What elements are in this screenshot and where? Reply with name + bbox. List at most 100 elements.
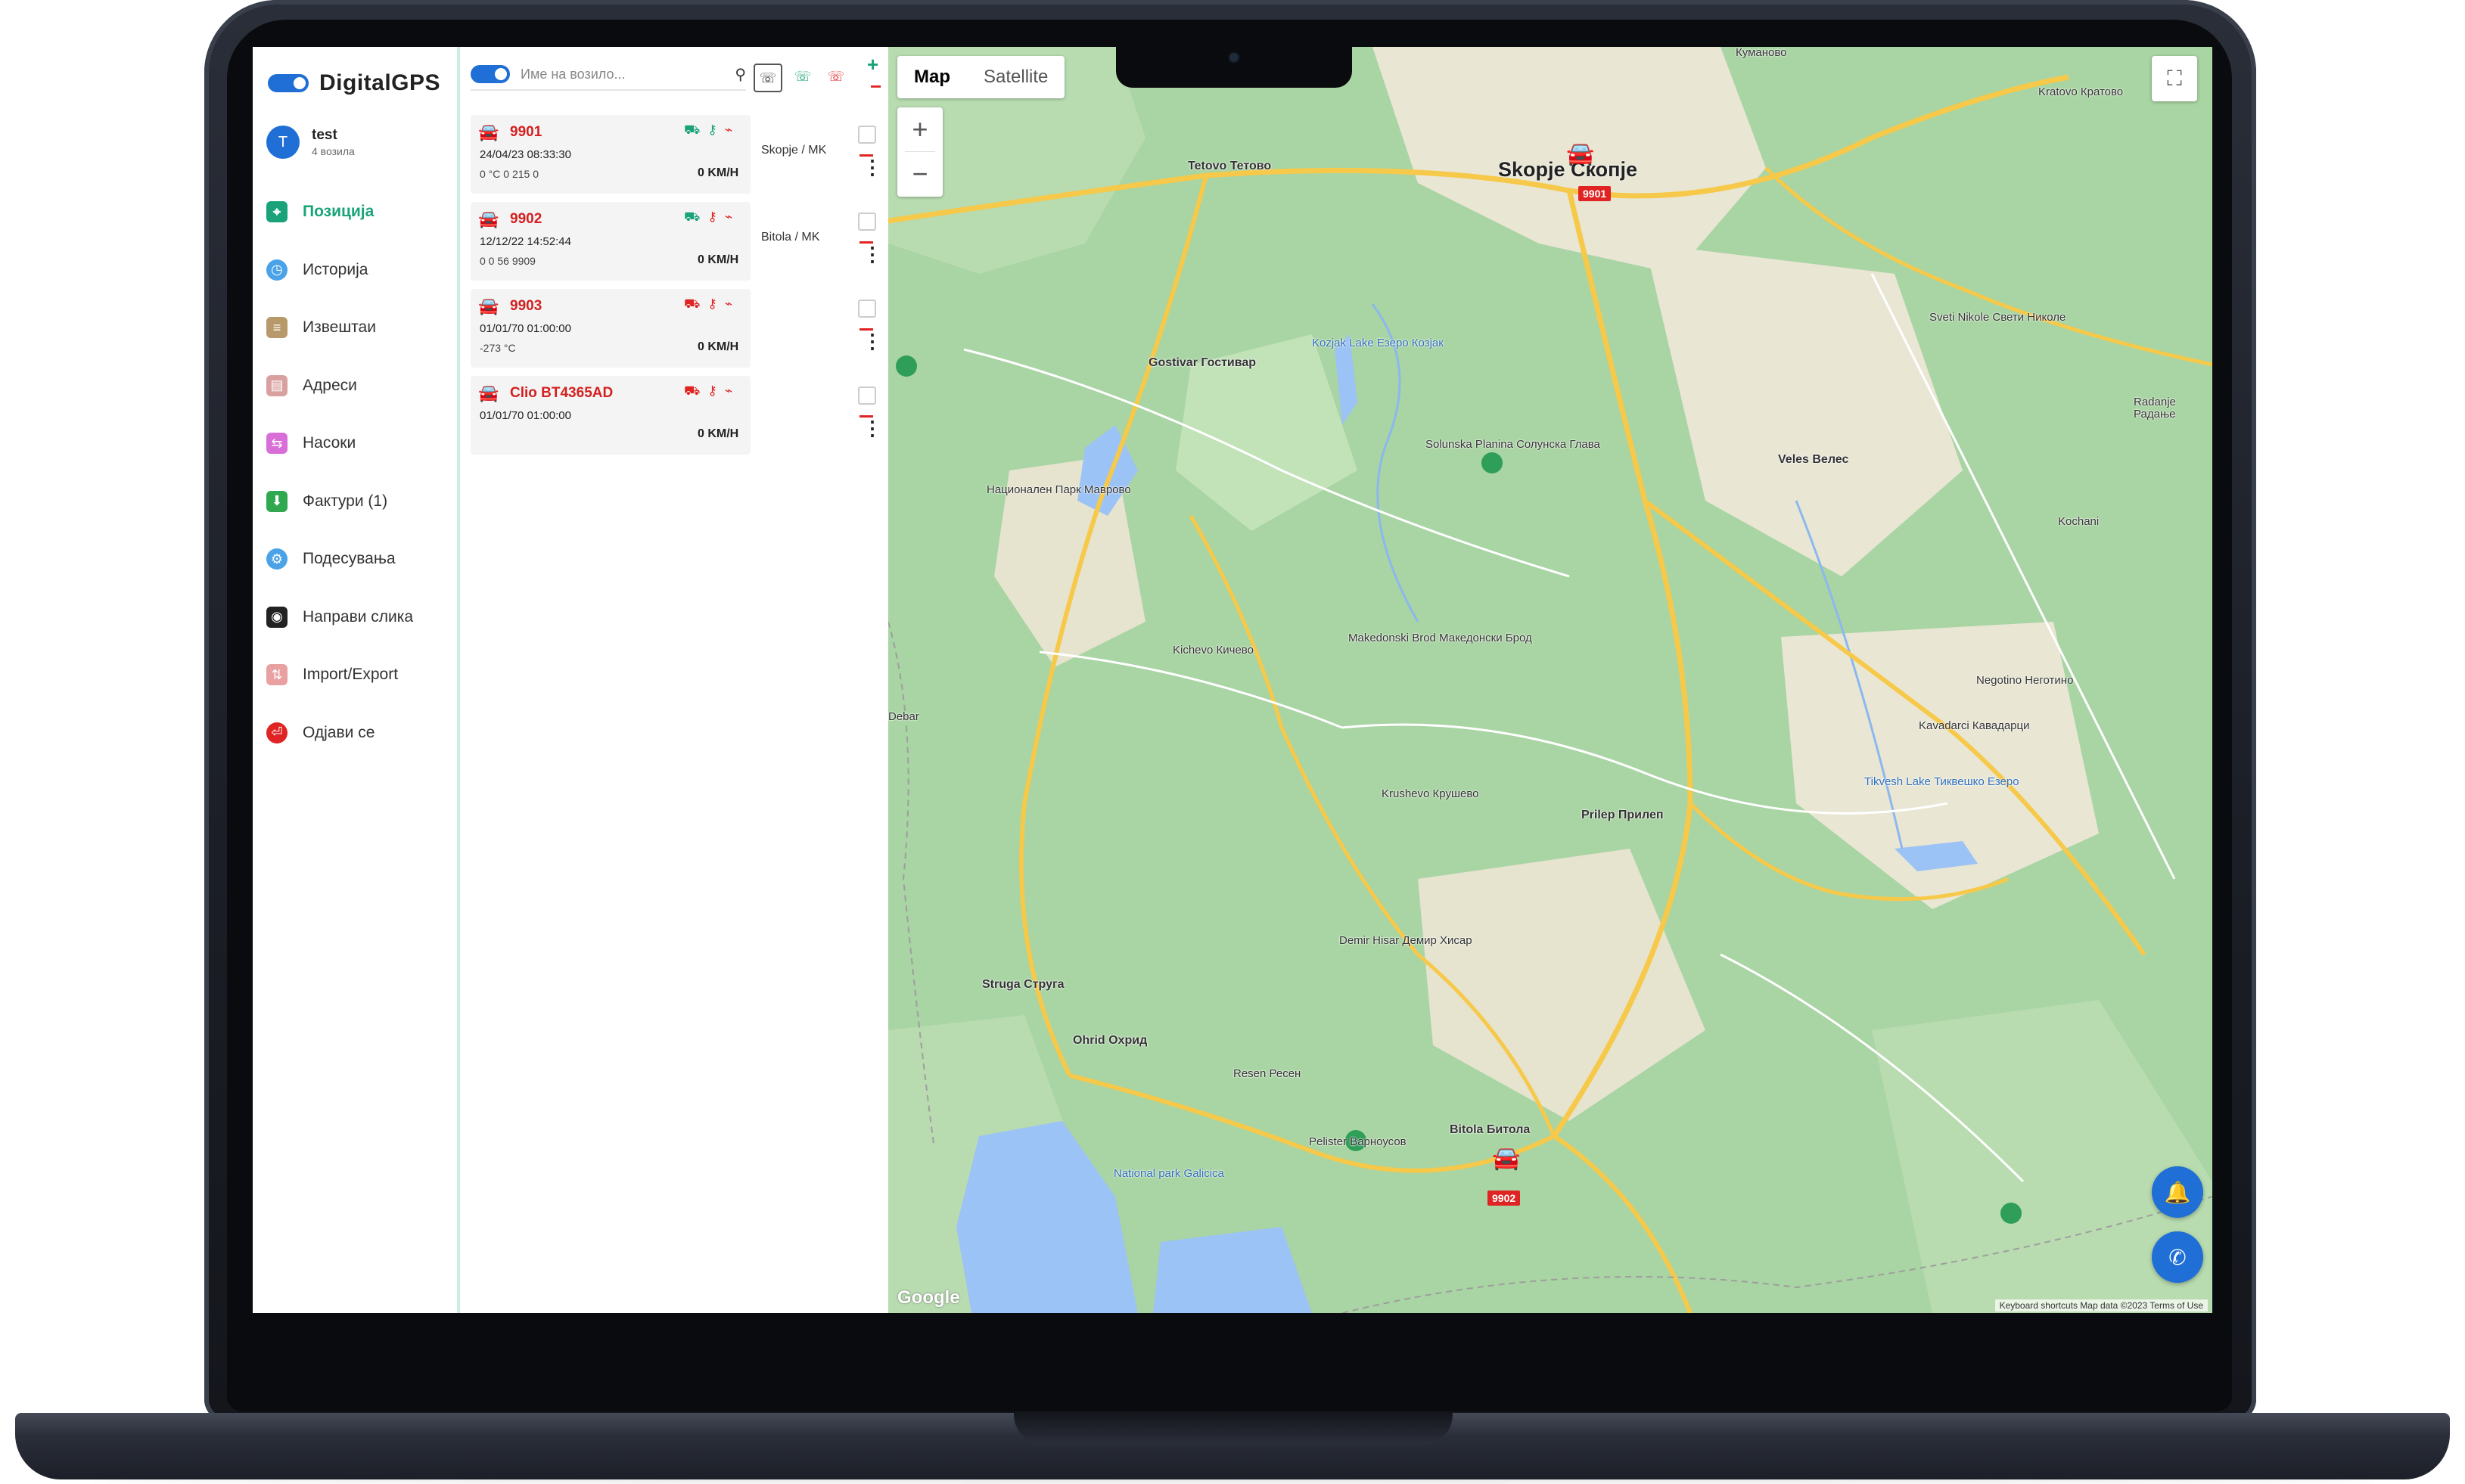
vehicle-card[interactable]: 🚘 9902 ⛟ ⚷ ⌁ 12/12/22 14:52:44 0 0 56 99… [471,202,882,285]
more-menu-icon[interactable]: ⋮ [863,244,882,264]
place-kavadarci: Kavadarci Кавадарци [1919,719,2030,732]
car-icon: 🚘 [478,296,499,315]
engine-icon[interactable]: ⛟ [684,123,700,139]
vehicle-location: Skopje / MK [761,144,827,157]
more-menu-icon[interactable]: ⋮ [863,157,882,177]
select-all-button[interactable]: + [867,53,878,76]
sidebar-item-label: Адреси [303,376,357,394]
place-tikvesh-lake: Tikvesh Lake Тиквешко Езеро [1864,775,2019,788]
vehicle-card[interactable]: 🚘 Clio BT4365AD ⛟ ⚷ ⌁ 01/01/70 01:00:00 … [471,376,882,459]
sidebar-item-addresses[interactable]: ▤ Адреси [266,357,448,415]
signal-icon[interactable]: ⌁ [725,210,732,226]
place-sveti-nikole: Sveti Nikole Свети Николе [1929,311,2066,324]
vehicle-checkbox[interactable] [858,126,876,144]
key-icon[interactable]: ⚷ [707,383,716,400]
place-debar: Debar [888,710,919,723]
sidebar-item-label: Подесувања [303,550,396,568]
vehicle-actions: ⛟ ⚷ ⌁ [684,296,732,313]
vehicle-9901-marker[interactable]: 9901 [1578,186,1612,201]
sidebar-item-invoices[interactable]: ⬇ Фактури (1) [266,473,448,531]
vehicle-sensors: 0 0 56 9909 [480,255,536,267]
map[interactable]: Map Satellite + − ⛶ Skopje Скопје Tetovo… [888,47,2212,1313]
tab-map[interactable]: Map [897,56,967,98]
sidebar-item-position[interactable]: ⌖ Позиција [266,183,448,241]
signal-icon[interactable]: ⌁ [725,383,732,400]
filter-online-icon[interactable]: ☏ [790,64,816,89]
sidebar-item-directions[interactable]: ⇆ Насоки [266,414,448,473]
vehicle-speed: 0 KM/H [698,166,739,179]
vehicle-card[interactable]: 🚘 9903 ⛟ ⚷ ⌁ 01/01/70 01:00:00 -273 °C 0… [471,289,882,372]
app-logo: DigitalGPS [268,61,440,106]
key-icon[interactable]: ⚷ [707,210,716,226]
sidebar-item-history[interactable]: ◷ Историја [266,241,448,300]
key-icon[interactable]: ⚷ [707,123,716,139]
car-icon: 🚘 [478,210,499,228]
sidebar-menu: ⌖ Позиција ◷ Историја ≡ Извештаи ▤ Адрес… [266,183,448,762]
place-ohrid: Ohrid Охрид [1073,1034,1148,1047]
user-profile[interactable]: T test 4 возила [266,120,448,165]
sidebar-item-settings[interactable]: ⚙ Подесувања [266,530,448,588]
show-all-toggle[interactable] [471,65,510,83]
vehicle-sensors: 0 °C 0 215 0 [480,168,539,180]
tab-satellite[interactable]: Satellite [967,56,1065,98]
place-prilep: Prilep Прилеп [1581,809,1664,821]
sidebar-item-screenshot[interactable]: ◉ Направи слика [266,588,448,647]
vehicle-card-body[interactable]: 🚘 Clio BT4365AD ⛟ ⚷ ⌁ 01/01/70 01:00:00 … [471,376,751,455]
filter-all-icon[interactable]: ☏ [754,64,782,92]
fullscreen-button[interactable]: ⛶ [2152,56,2197,101]
vehicle-checkbox[interactable] [858,300,876,318]
camera-icon: ◉ [266,606,288,628]
sidebar-item-label: Извештаи [303,318,376,337]
vehicle-search[interactable]: Име на возило... ⚲ [471,59,746,91]
map-attribution[interactable]: Keyboard shortcuts Map data ©2023 Terms … [1994,1299,2208,1312]
invoices-icon: ⬇ [266,490,288,512]
vehicle-checkbox[interactable] [858,213,876,231]
vehicle-card[interactable]: 🚘 9901 ⛟ ⚷ ⌁ 24/04/23 08:33:30 0 °C 0 21… [471,115,882,198]
filter-offline-icon[interactable]: ☏ [823,64,849,89]
place-makedonski-brod: Makedonski Brod Македонски Брод [1348,632,1532,644]
place-resen: Resen Ресен [1233,1067,1301,1080]
vehicle-9902-marker[interactable]: 9902 [1487,1191,1521,1206]
engine-icon[interactable]: ⛟ [684,296,700,313]
addresses-icon: ▤ [266,374,288,396]
vehicle-timestamp: 01/01/70 01:00:00 [480,409,571,422]
vehicle-speed: 0 KM/H [698,253,739,266]
map-type-control: Map Satellite [897,56,1065,98]
place-veles: Veles Велес [1778,453,1849,466]
vehicle-card-body[interactable]: 🚘 9903 ⛟ ⚷ ⌁ 01/01/70 01:00:00 -273 °C 0… [471,289,751,368]
camera-notch [1116,47,1352,88]
sidebar-item-label: Import/Export [303,666,399,684]
sidebar-item-label: Насоки [303,434,356,452]
signal-icon[interactable]: ⌁ [725,296,732,313]
sidebar-item-import-export[interactable]: ⇅ Import/Export [266,646,448,704]
more-menu-icon[interactable]: ⋮ [863,331,882,351]
vehicle-name: 9902 [510,211,542,227]
search-icon[interactable]: ⚲ [735,65,746,84]
deselect-all-button[interactable]: − [870,76,881,96]
position-icon: ⌖ [266,201,288,223]
car-icon: 🚘 [478,383,499,402]
signal-icon[interactable]: ⌁ [725,123,732,139]
notifications-button[interactable]: 🔔 [2152,1166,2203,1218]
sidebar-item-logout[interactable]: ⏎ Одјави се [266,704,448,762]
more-menu-icon[interactable]: ⋮ [863,418,882,438]
vehicle-9902-car-icon[interactable]: 🚘 [1492,1145,1520,1172]
call-button[interactable]: ✆ [2152,1231,2203,1283]
engine-icon[interactable]: ⛟ [684,210,700,226]
vehicle-9901-car-icon[interactable]: 🚘 [1566,141,1594,167]
sidebar-item-reports[interactable]: ≡ Извештаи [266,299,448,357]
search-input[interactable]: Име на возило... [521,67,724,82]
vehicle-checkbox[interactable] [858,387,876,405]
zoom-in-button[interactable]: + [897,107,943,151]
app-name: DigitalGPS [319,70,441,95]
engine-icon[interactable]: ⛟ [684,383,700,400]
place-kichevo: Kichevo Кичево [1173,644,1254,657]
place-gostivar: Gostivar Гостивар [1149,356,1257,369]
vehicle-card-body[interactable]: 🚘 9901 ⛟ ⚷ ⌁ 24/04/23 08:33:30 0 °C 0 21… [471,115,751,194]
reports-icon: ≡ [266,317,288,339]
vehicle-panel: Име на возило... ⚲ ☏ ☏ ☏ + − 🚘 9901 ⛟ ⚷ … [462,47,888,1313]
vehicle-card-body[interactable]: 🚘 9902 ⛟ ⚷ ⌁ 12/12/22 14:52:44 0 0 56 99… [471,202,751,281]
vehicle-speed: 0 KM/H [698,427,739,440]
zoom-out-button[interactable]: − [897,152,943,196]
key-icon[interactable]: ⚷ [707,296,716,313]
